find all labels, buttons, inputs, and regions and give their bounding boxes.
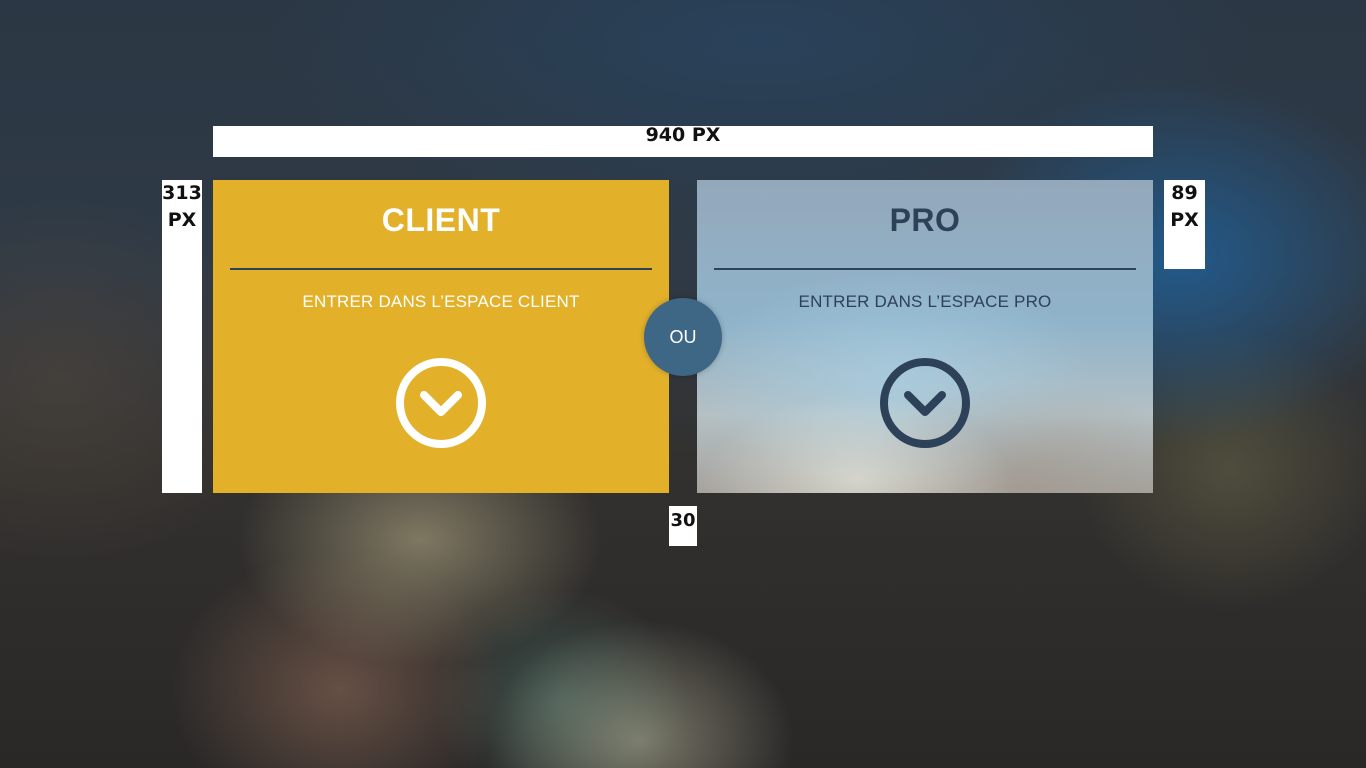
client-card[interactable]: CLIENT ENTRER DANS L’ESPACE CLIENT xyxy=(213,180,669,493)
client-card-subtitle: ENTRER DANS L’ESPACE CLIENT xyxy=(302,292,580,311)
height-dimension-value: 313 xyxy=(162,182,202,204)
pro-card-divider xyxy=(714,268,1136,270)
header-height-dimension-value: 89 xyxy=(1171,182,1198,204)
height-dimension-unit: PX xyxy=(167,209,197,231)
chevron-down-circle-icon[interactable] xyxy=(395,357,487,449)
header-height-dimension-label: 89 PX xyxy=(1164,180,1205,269)
pro-card[interactable]: PRO ENTRER DANS L’ESPACE PRO xyxy=(697,180,1153,493)
width-dimension-label: 940 PX xyxy=(213,126,1153,157)
height-dimension-label: 313 PX xyxy=(162,180,202,493)
client-card-divider xyxy=(230,268,652,270)
pro-card-subtitle: ENTRER DANS L’ESPACE PRO xyxy=(798,292,1052,311)
chevron-down-circle-icon[interactable] xyxy=(879,357,971,449)
header-height-dimension-unit: PX xyxy=(1170,209,1199,231)
client-card-title: CLIENT xyxy=(381,202,501,238)
or-separator-badge: OU xyxy=(644,298,722,376)
gap-dimension-label: 30 xyxy=(669,506,697,546)
pro-card-title: PRO xyxy=(889,202,961,238)
